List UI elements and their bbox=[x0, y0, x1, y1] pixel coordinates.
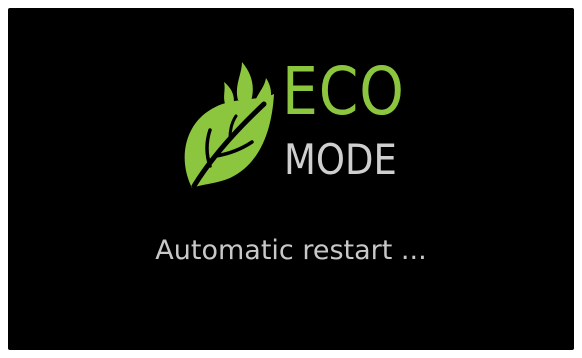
display-screen: ECO MODE Automatic restart ... bbox=[8, 8, 574, 350]
mode-subtitle: MODE bbox=[284, 135, 397, 184]
display-frame: ECO MODE Automatic restart ... bbox=[0, 0, 582, 358]
eco-title: ECO bbox=[282, 53, 405, 130]
eco-leaf-flame-icon bbox=[184, 62, 274, 189]
status-message: Automatic restart ... bbox=[155, 235, 427, 266]
eco-mode-logo: ECO MODE bbox=[176, 54, 436, 204]
